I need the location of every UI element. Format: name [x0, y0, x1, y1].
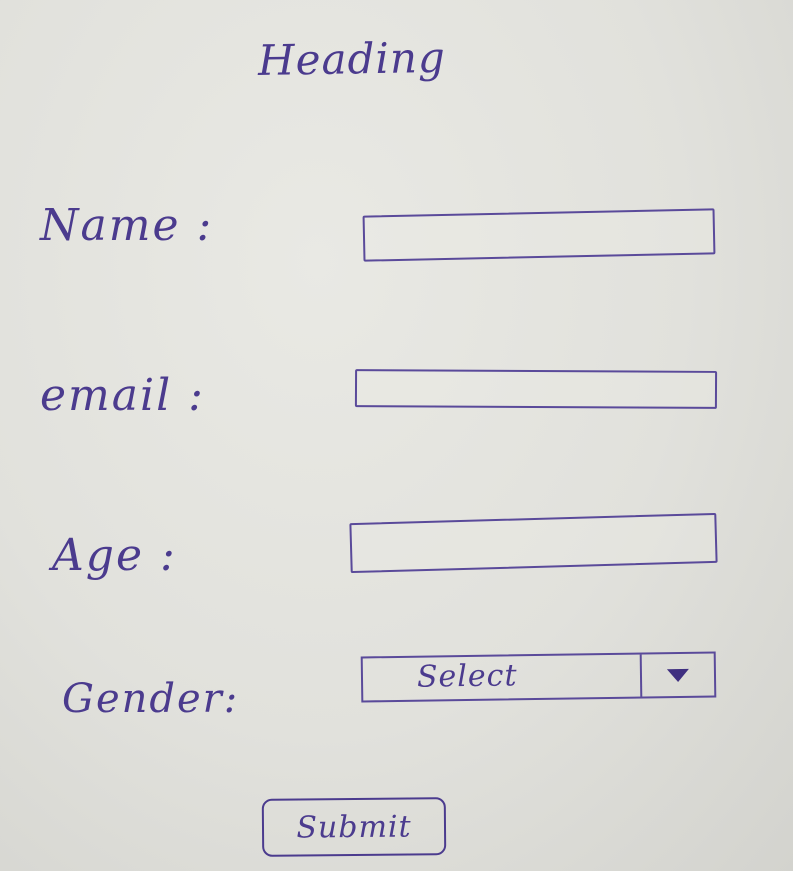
form-heading: Heading [257, 32, 447, 86]
gender-select[interactable]: Select [360, 651, 717, 703]
age-input[interactable] [349, 512, 718, 574]
email-input[interactable] [354, 369, 718, 409]
triangle-down-icon [666, 668, 689, 683]
submit-button[interactable]: Submit [261, 797, 447, 857]
gender-select-toggle[interactable] [639, 653, 715, 697]
age-label: Age : [52, 530, 177, 581]
gender-select-value: Select [416, 658, 518, 695]
name-input[interactable] [362, 208, 716, 262]
name-label: Name : [40, 200, 214, 251]
gender-label: Gender: [62, 676, 240, 722]
email-label: email : [40, 370, 205, 421]
